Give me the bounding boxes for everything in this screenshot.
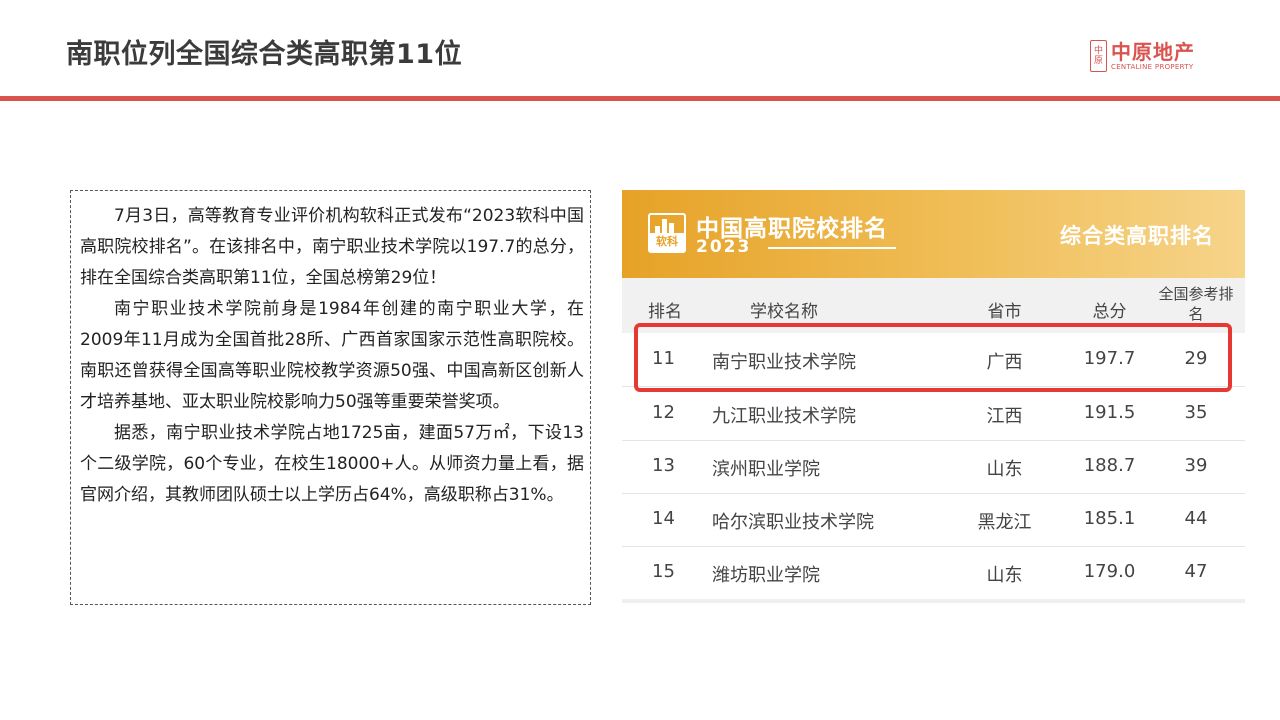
page-title: 南职位列全国综合类高职第11位 — [66, 39, 463, 70]
cell-national-ref: 39 — [1184, 455, 1208, 476]
cell-province: 黑龙江 — [977, 512, 1032, 533]
cell-province: 山东 — [986, 565, 1023, 586]
ruanke-logo-icon: 软科 — [648, 213, 686, 253]
ranking-brand: 软科 — [650, 233, 684, 251]
header-divider — [0, 96, 1280, 101]
cell-name: 九江职业技术学院 — [712, 406, 856, 427]
column-header-rank: 排名 — [648, 302, 682, 322]
table-row: 15 潍坊职业学院 山东 179.0 47 — [622, 546, 1245, 600]
logo-seal-char: 原 — [1093, 56, 1103, 66]
cell-rank: 12 — [652, 402, 675, 423]
company-logo: 中 原 中原地产 CENTALINE PROPERTY — [1090, 38, 1220, 74]
cell-national-ref: 44 — [1184, 508, 1208, 529]
card-bottom-border — [622, 599, 1245, 603]
article-paragraph: 7月3日，高等教育专业评价机构软科正式发布“2023软科中国高职院校排名”。在该… — [80, 206, 584, 288]
cell-score: 188.7 — [1083, 455, 1136, 476]
logo-seal-char: 中 — [1093, 46, 1103, 56]
column-header-name: 学校名称 — [750, 302, 818, 322]
cell-national-ref: 47 — [1184, 561, 1208, 582]
logo-seal: 中 原 — [1090, 40, 1107, 72]
cell-rank: 13 — [652, 455, 675, 476]
ranking-category: 综合类高职排名 — [1060, 224, 1214, 248]
highlight-box — [634, 323, 1232, 392]
column-header-province: 省市 — [987, 302, 1022, 322]
article-paragraph: 据悉，南宁职业技术学院占地1725亩，建面57万㎡，下设13个二级学院，60个专… — [80, 423, 584, 505]
cell-name: 滨州职业学院 — [712, 459, 820, 480]
cell-province: 山东 — [986, 459, 1023, 480]
ranking-year: 2023 — [696, 237, 752, 257]
ranking-card: 软科 中国高职院校排名 2023 综合类高职排名 排名 学校名称 省市 总分 全… — [622, 190, 1245, 603]
table-row: 12 九江职业技术学院 江西 191.5 35 — [622, 387, 1245, 441]
cell-rank: 15 — [652, 561, 675, 582]
cell-name: 哈尔滨职业技术学院 — [712, 512, 874, 533]
cell-score: 191.5 — [1083, 402, 1136, 423]
logo-text-en: CENTALINE PROPERTY — [1111, 63, 1194, 71]
logo-text-cn: 中原地产 — [1111, 40, 1195, 64]
column-header-score: 总分 — [1092, 302, 1127, 322]
table-row: 14 哈尔滨职业技术学院 黑龙江 185.1 44 — [622, 493, 1245, 547]
article-paragraph: 南宁职业技术学院前身是1984年创建的南宁职业大学，在2009年11月成为全国首… — [80, 299, 584, 412]
article-text-box: 7月3日，高等教育专业评价机构软科正式发布“2023软科中国高职院校排名”。在该… — [70, 190, 591, 605]
cell-national-ref: 35 — [1184, 402, 1208, 423]
column-header-national-ref: 全国参考排名 — [1158, 285, 1234, 323]
ranking-header: 软科 中国高职院校排名 2023 综合类高职排名 — [622, 190, 1245, 278]
cell-name: 潍坊职业学院 — [712, 565, 820, 586]
table-row: 13 滨州职业学院 山东 188.7 39 — [622, 440, 1245, 494]
cell-rank: 14 — [652, 508, 675, 529]
cell-score: 185.1 — [1083, 508, 1136, 529]
cell-province: 江西 — [986, 406, 1023, 427]
cell-score: 179.0 — [1083, 561, 1136, 582]
title-underline — [768, 247, 896, 249]
